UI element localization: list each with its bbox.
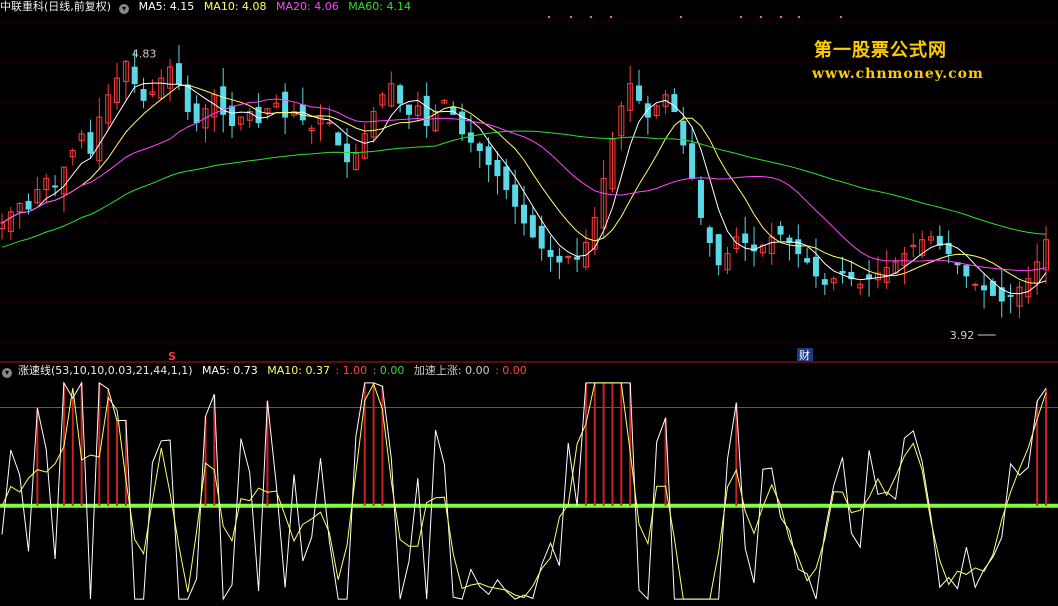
candle-body <box>521 204 527 224</box>
candle-body <box>742 233 749 243</box>
candle-body <box>467 132 474 143</box>
candle-body <box>680 120 687 146</box>
event-dot <box>610 16 612 18</box>
candle-body <box>812 256 819 277</box>
candle-body <box>574 256 581 260</box>
candle-body <box>397 85 404 104</box>
candle-body <box>140 89 147 101</box>
candle-body <box>556 255 563 263</box>
candle-body <box>538 225 545 249</box>
candle-body <box>671 94 678 113</box>
candle-body <box>326 122 333 125</box>
watermark-url: www.chnmoney.com <box>812 66 984 82</box>
ma20-line <box>1 98 1047 272</box>
candle-body <box>405 104 412 115</box>
candle-body <box>87 132 94 154</box>
settings-icon[interactable]: ▾ <box>2 368 12 378</box>
ma10-line <box>1 84 1047 284</box>
candle-body <box>963 265 970 277</box>
ma60-readout: MA60: 4.14 <box>348 0 411 13</box>
event-dot <box>590 16 592 18</box>
sub-v3-readout: : 0.00 <box>495 364 527 377</box>
speed-line <box>1 381 1047 601</box>
candle-body <box>804 258 811 263</box>
candle-body <box>1007 294 1014 297</box>
candle-body <box>512 184 519 207</box>
candle-body <box>175 63 182 85</box>
kline-chart[interactable]: 4.83 3.92 S 财 <box>0 0 1058 606</box>
high-price-label: 4.83 <box>132 47 157 60</box>
ma5-readout: MA5: 4.15 <box>138 0 195 13</box>
sub-ma5-readout: MA5: 0.73 <box>202 364 258 377</box>
candle-body <box>131 66 138 85</box>
candle-body <box>529 215 536 238</box>
candle-body <box>706 227 713 243</box>
candle-body <box>715 234 722 266</box>
candle-body <box>644 103 651 118</box>
candle-body <box>193 103 200 124</box>
candle-body <box>282 91 289 118</box>
candle-body <box>636 85 643 101</box>
indicator-title[interactable]: 涨速线(53,10,10,0.03,21,44,1,1) <box>18 364 193 377</box>
event-dot <box>780 16 782 18</box>
sub-ma10-readout: MA10: 0.37 <box>267 364 330 377</box>
candle-body <box>547 249 554 257</box>
candle-body <box>821 279 828 285</box>
stock-title[interactable]: 中联重科(日线,前复权) <box>0 0 111 13</box>
watermark-title: 第一股票公式网 <box>814 40 947 61</box>
event-dot <box>740 16 742 18</box>
accel-readout: 加速上涨: 0.00 <box>413 364 490 377</box>
candle-body <box>459 111 466 135</box>
event-dot <box>548 16 550 18</box>
candle-body <box>52 185 59 188</box>
event-dot <box>570 16 572 18</box>
candle-body <box>503 166 510 191</box>
event-dot <box>680 16 682 18</box>
event-dot <box>798 16 800 18</box>
event-dot <box>840 16 842 18</box>
candle-body <box>972 283 979 286</box>
candle-body <box>229 105 236 126</box>
sub-v1-readout: : 1.00 <box>335 364 368 377</box>
sub-v2-readout: : 0.00 <box>372 364 405 377</box>
ma10-readout: MA10: 4.08 <box>203 0 267 13</box>
candle-body <box>981 285 988 291</box>
candle-body <box>494 159 501 177</box>
ma20-readout: MA20: 4.06 <box>276 0 339 13</box>
low-price-label: 3.92 <box>950 329 975 342</box>
candle-body <box>777 226 784 235</box>
sub-panel-header: ▾ 涨速线(53,10,10,0.03,21,44,1,1) MA5: 0.73 … <box>0 364 533 378</box>
event-dot <box>760 16 762 18</box>
candle-body <box>697 180 704 218</box>
fin-marker: 财 <box>799 348 810 362</box>
candle-body <box>335 132 342 146</box>
candle-body <box>689 143 696 179</box>
speed-ma-line <box>1 382 1047 600</box>
settings-icon[interactable]: ▾ <box>119 4 130 14</box>
candle-body <box>485 146 492 165</box>
candle-body <box>476 143 483 152</box>
candle-body <box>423 95 430 126</box>
candle-body <box>184 84 191 113</box>
candle-body <box>450 106 457 115</box>
main-panel-header: 中联重科(日线,前复权) ▾ MA5: 4.15 MA10: 4.08 MA20:… <box>0 0 417 14</box>
candle-body <box>25 200 32 210</box>
s-marker: S <box>168 350 176 363</box>
candle-body <box>839 270 846 274</box>
candle-body <box>565 255 572 258</box>
